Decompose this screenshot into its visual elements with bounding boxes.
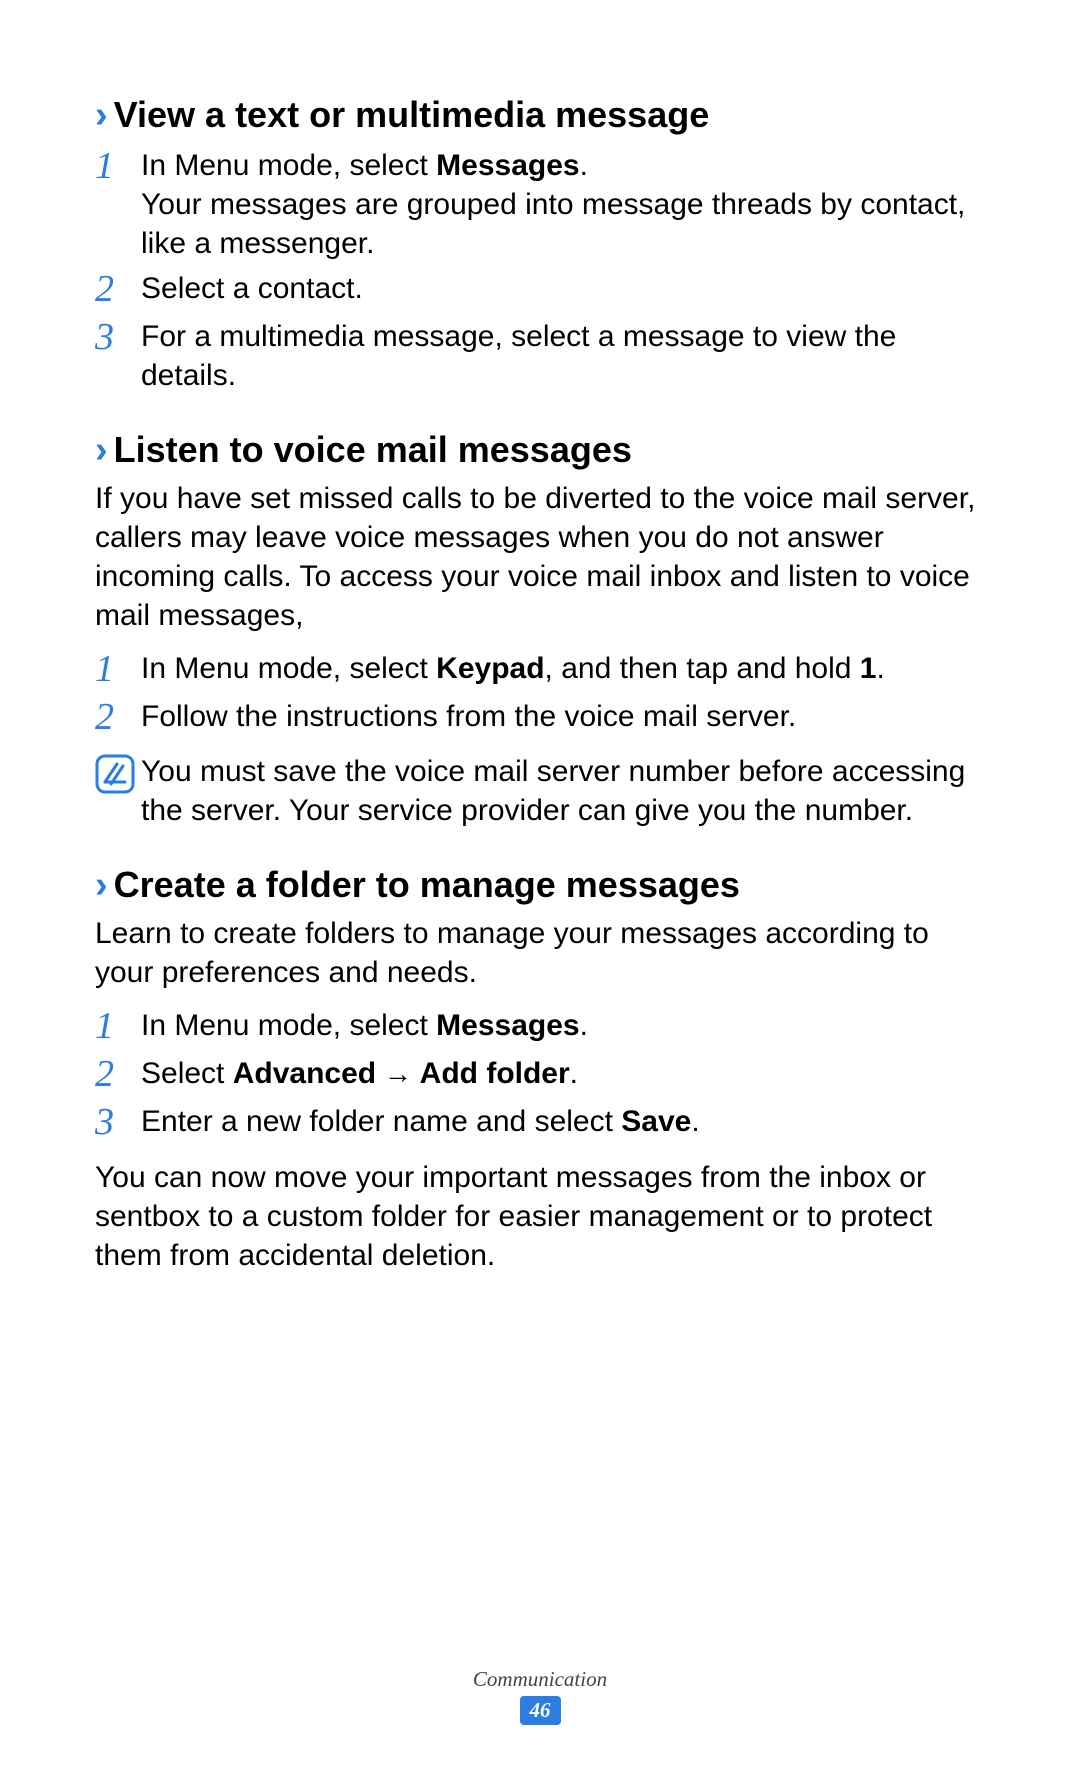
step-number: 3 — [95, 1102, 141, 1144]
step-body: Follow the instructions from the voice m… — [141, 697, 796, 739]
step-body: For a multimedia message, select a messa… — [141, 317, 985, 395]
step-text: , and then tap and hold — [545, 652, 860, 685]
arrow-icon: → — [376, 1058, 420, 1089]
step-list: 1 In Menu mode, select Messages. 2 Selec… — [95, 1006, 985, 1143]
section-intro: If you have set missed calls to be diver… — [95, 479, 985, 635]
step-item: 2 Select a contact. — [95, 269, 985, 311]
step-item: 2 Select Advanced → Add folder. — [95, 1054, 985, 1096]
step-list: 1 In Menu mode, select Keypad, and then … — [95, 649, 985, 739]
note-text: You must save the voice mail server numb… — [141, 752, 985, 830]
step-text: Select — [141, 1057, 233, 1090]
section-outro: You can now move your important messages… — [95, 1158, 985, 1275]
note-icon — [95, 752, 141, 794]
step-body: Select a contact. — [141, 269, 363, 311]
step-number: 2 — [95, 697, 141, 739]
step-text: In Menu mode, select — [141, 1009, 436, 1042]
page-footer: Communication 46 — [0, 1667, 1080, 1725]
footer-label: Communication — [0, 1667, 1080, 1692]
step-text: . — [691, 1105, 699, 1138]
chevron-icon: › — [95, 431, 108, 469]
step-body: In Menu mode, select Keypad, and then ta… — [141, 649, 885, 691]
step-number: 1 — [95, 146, 141, 263]
step-bold: Advanced — [233, 1057, 376, 1090]
step-number: 1 — [95, 1006, 141, 1048]
step-bold: 1 — [860, 652, 877, 685]
step-body: In Menu mode, select Messages. — [141, 1006, 588, 1048]
section-heading-create-folder: › Create a folder to manage messages — [95, 864, 985, 906]
step-bold: Messages — [436, 1009, 579, 1042]
step-text: . — [580, 1009, 588, 1042]
heading-text: View a text or multimedia message — [114, 94, 710, 136]
step-body: Select Advanced → Add folder. — [141, 1054, 578, 1096]
step-bold: Add folder — [420, 1057, 570, 1090]
step-number: 2 — [95, 1054, 141, 1096]
step-number: 3 — [95, 317, 141, 395]
step-body: Enter a new folder name and select Save. — [141, 1102, 700, 1144]
step-text: Follow the instructions from the voice m… — [141, 700, 796, 733]
step-item: 3 Enter a new folder name and select Sav… — [95, 1102, 985, 1144]
step-text: In Menu mode, select — [141, 149, 436, 182]
section-heading-view-message: › View a text or multimedia message — [95, 94, 985, 136]
step-number: 2 — [95, 269, 141, 311]
page-number: 46 — [520, 1696, 561, 1725]
step-text: . — [876, 652, 884, 685]
step-text: . — [570, 1057, 578, 1090]
step-number: 1 — [95, 649, 141, 691]
chevron-icon: › — [95, 96, 108, 134]
step-body: In Menu mode, select Messages. Your mess… — [141, 146, 985, 263]
step-text: In Menu mode, select — [141, 652, 436, 685]
step-text: For a multimedia message, select a messa… — [141, 320, 896, 392]
step-item: 1 In Menu mode, select Messages. — [95, 1006, 985, 1048]
note: You must save the voice mail server numb… — [95, 752, 985, 830]
heading-text: Listen to voice mail messages — [114, 429, 632, 471]
step-bold: Messages — [436, 149, 579, 182]
step-bold: Keypad — [436, 652, 544, 685]
chevron-icon: › — [95, 866, 108, 904]
step-item: 1 In Menu mode, select Keypad, and then … — [95, 649, 985, 691]
section-heading-voicemail: › Listen to voice mail messages — [95, 429, 985, 471]
step-text: Select a contact. — [141, 272, 363, 305]
heading-text: Create a folder to manage messages — [114, 864, 740, 906]
section-intro: Learn to create folders to manage your m… — [95, 914, 985, 992]
step-item: 1 In Menu mode, select Messages. Your me… — [95, 146, 985, 263]
step-extra: Your messages are grouped into message t… — [141, 185, 985, 263]
step-list: 1 In Menu mode, select Messages. Your me… — [95, 146, 985, 395]
step-item: 2 Follow the instructions from the voice… — [95, 697, 985, 739]
step-bold: Save — [621, 1105, 691, 1138]
step-text: . — [580, 149, 588, 182]
step-item: 3 For a multimedia message, select a mes… — [95, 317, 985, 395]
step-text: Enter a new folder name and select — [141, 1105, 621, 1138]
manual-page: › View a text or multimedia message 1 In… — [0, 0, 1080, 1771]
